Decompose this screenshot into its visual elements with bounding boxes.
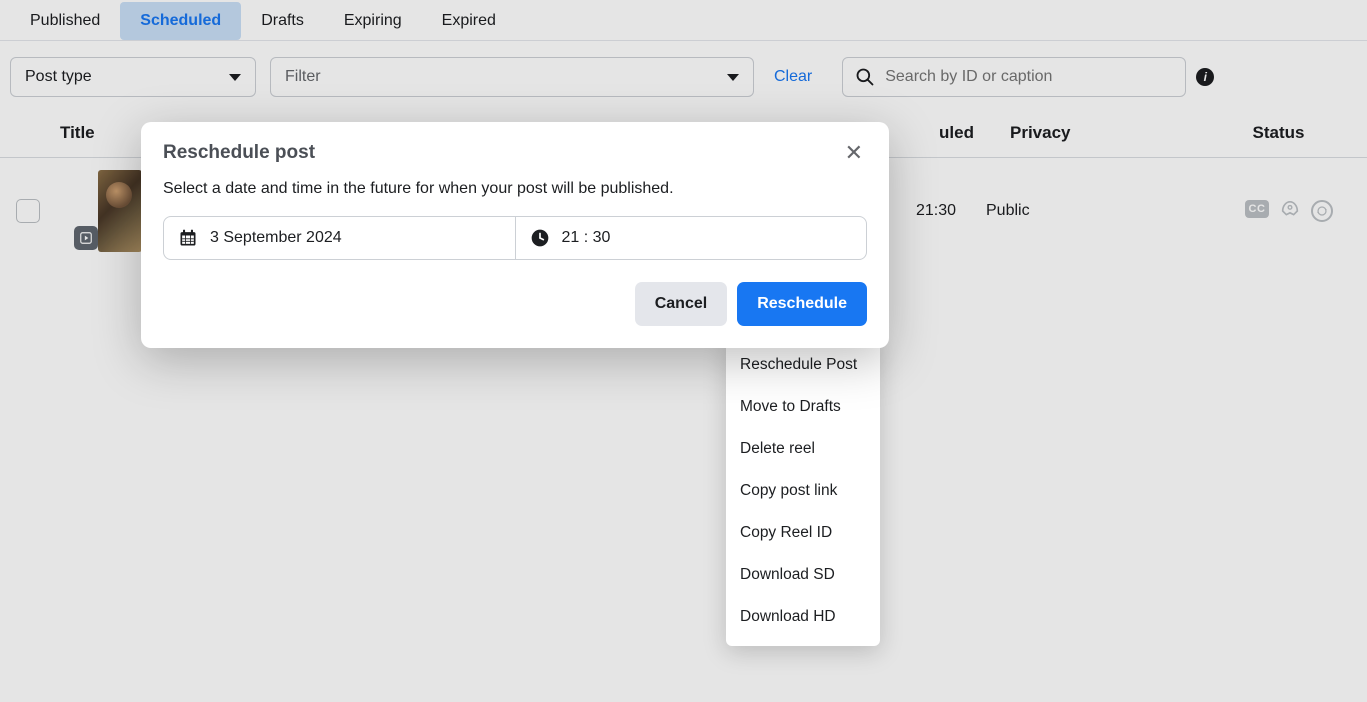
- reschedule-modal: Reschedule post ✕ Select a date and time…: [141, 122, 889, 348]
- time-field[interactable]: 21 : 30: [516, 217, 867, 259]
- time-value: 21 : 30: [562, 229, 611, 247]
- menu-move-to-drafts[interactable]: Move to Drafts: [726, 386, 880, 428]
- cancel-button[interactable]: Cancel: [635, 282, 727, 326]
- modal-backdrop[interactable]: [0, 0, 1367, 702]
- menu-download-sd[interactable]: Download SD: [726, 554, 880, 596]
- calendar-icon: [178, 228, 198, 248]
- menu-reschedule-post[interactable]: Reschedule Post: [726, 344, 880, 386]
- datetime-row: 3 September 2024 21 : 30: [163, 216, 867, 260]
- menu-delete-reel[interactable]: Delete reel: [726, 428, 880, 470]
- modal-description: Select a date and time in the future for…: [163, 180, 867, 198]
- modal-actions: Cancel Reschedule: [163, 282, 867, 326]
- menu-copy-post-link[interactable]: Copy post link: [726, 470, 880, 512]
- close-icon[interactable]: ✕: [841, 140, 867, 166]
- reschedule-button[interactable]: Reschedule: [737, 282, 867, 326]
- date-field[interactable]: 3 September 2024: [164, 217, 516, 259]
- context-menu: Reschedule Post Move to Drafts Delete re…: [726, 336, 880, 646]
- modal-header: Reschedule post ✕: [163, 140, 867, 166]
- date-value: 3 September 2024: [210, 229, 342, 247]
- clock-icon: [530, 228, 550, 248]
- menu-copy-reel-id[interactable]: Copy Reel ID: [726, 512, 880, 554]
- modal-title: Reschedule post: [163, 142, 315, 164]
- menu-download-hd[interactable]: Download HD: [726, 596, 880, 638]
